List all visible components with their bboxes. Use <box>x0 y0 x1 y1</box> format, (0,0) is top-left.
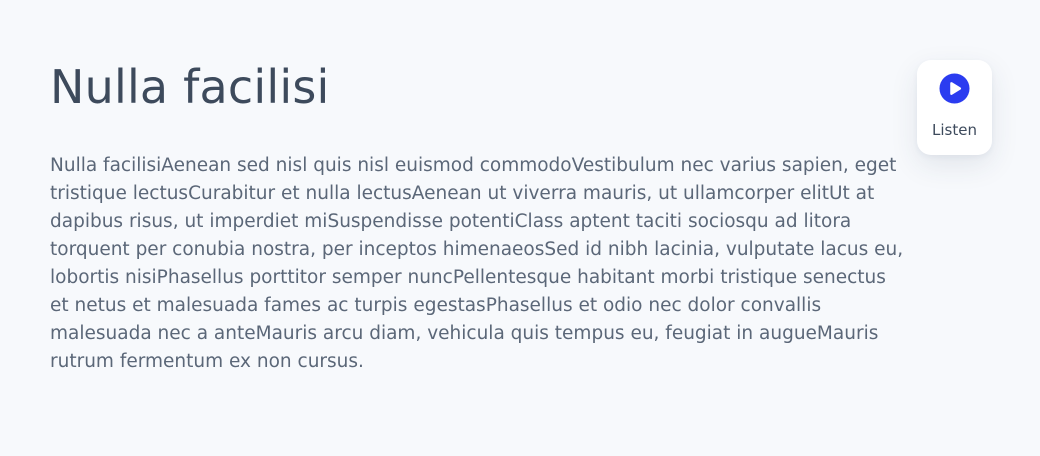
listen-button[interactable]: Listen <box>917 60 992 155</box>
article-body: Nulla facilisiAenean sed nisl quis nisl … <box>50 155 904 372</box>
article: Nulla facilisi Nulla facilisiAenean sed … <box>50 56 910 376</box>
play-circle-icon <box>939 73 970 104</box>
page-title: Nulla facilisi <box>50 60 330 114</box>
listen-label: Listen <box>932 121 977 139</box>
